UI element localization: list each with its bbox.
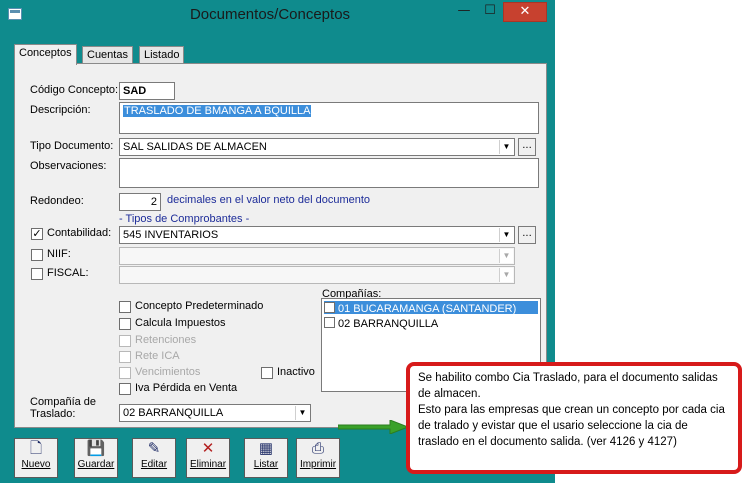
concepto-predeterminado-checkbox[interactable] <box>119 301 131 313</box>
niif-select[interactable]: ▼ <box>119 247 515 265</box>
retenciones-label: Retenciones <box>135 334 197 346</box>
contabilidad-label: Contabilidad: <box>47 227 112 239</box>
chevron-down-icon[interactable]: ▼ <box>499 249 513 263</box>
fiscal-checkbox[interactable] <box>31 268 43 280</box>
iva-perdida-checkbox[interactable] <box>119 383 131 395</box>
vencimientos-checkbox[interactable] <box>119 367 131 379</box>
tipo-documento-browse-button[interactable]: ... <box>518 138 536 156</box>
chevron-down-icon[interactable]: ▼ <box>499 140 513 154</box>
window-app-icon <box>8 8 22 20</box>
delete-x-icon: ✕ <box>201 440 215 457</box>
contabilidad-browse-button[interactable]: ... <box>518 226 536 244</box>
vencimientos-label: Vencimientos <box>135 366 201 378</box>
compania-label: 02 BARRANQUILLA <box>338 318 439 330</box>
chevron-down-icon[interactable]: ▼ <box>295 406 309 420</box>
descripcion-input[interactable]: TRASLADO DE BMANGA A BQUILLA <box>119 102 539 134</box>
inactivo-label: Inactivo <box>277 366 315 378</box>
compania-traslado-select[interactable]: 02 BARRANQUILLA ▼ <box>119 404 311 422</box>
nuevo-label: Nuevo <box>21 459 51 470</box>
concepto-predeterminado-label: Concepto Predeterminado <box>135 300 264 312</box>
observaciones-input[interactable] <box>119 158 539 188</box>
close-button[interactable]: ✕ <box>503 2 547 22</box>
save-disk-icon: 💾 <box>86 440 106 457</box>
redondeo-hint: decimales en el valor neto del documento <box>167 194 371 206</box>
contabilidad-checkbox[interactable]: ✓ <box>31 228 43 240</box>
callout-line1: Se habilito combo Cia Traslado, para el … <box>418 372 718 400</box>
fiscal-select[interactable]: ▼ <box>119 266 515 284</box>
compania-checkbox[interactable] <box>324 317 335 328</box>
calcula-impuestos-checkbox[interactable] <box>119 318 131 330</box>
observaciones-label: Observaciones: <box>30 160 107 172</box>
list-item[interactable]: 02 BARRANQUILLA <box>324 316 538 330</box>
tipo-documento-label: Tipo Documento: <box>30 140 114 152</box>
listar-label: Listar <box>253 459 279 470</box>
tipos-comprobantes-label: - Tipos de Comprobantes - <box>119 213 250 225</box>
fiscal-label: FISCAL: <box>47 267 89 279</box>
calcula-impuestos-label: Calcula Impuestos <box>135 317 226 329</box>
codigo-label: Código Concepto: <box>30 84 119 96</box>
tipo-documento-value: SAL SALIDAS DE ALMACEN <box>123 141 267 153</box>
nuevo-button[interactable]: 🗋 Nuevo <box>14 438 58 478</box>
edit-icon: ✎ <box>147 440 161 457</box>
new-document-icon: 🗋 <box>29 440 43 457</box>
codigo-input[interactable]: SAD <box>119 82 175 100</box>
compania-traslado-label-line2: Traslado: <box>30 408 76 420</box>
redondeo-input[interactable]: 2 <box>119 193 161 211</box>
chevron-down-icon[interactable]: ▼ <box>499 228 513 242</box>
rete-ica-checkbox[interactable] <box>119 351 131 363</box>
niif-label: NIIF: <box>47 248 71 260</box>
window-title: Documentos/Conceptos <box>189 6 351 23</box>
printer-icon: ⎙ <box>311 440 324 457</box>
tab-cuentas[interactable]: Cuentas <box>82 46 133 64</box>
compania-label: 01 BUCARAMANGA (SANTANDER) <box>338 303 517 315</box>
guardar-label: Guardar <box>77 459 115 470</box>
maximize-button[interactable]: ☐ <box>477 2 503 22</box>
compania-traslado-label-line1: Compañía de <box>30 396 97 408</box>
listar-button[interactable]: ▦ Listar <box>244 438 288 478</box>
callout-line2: Esto para las empresas que crean un conc… <box>418 404 725 448</box>
tipo-documento-select[interactable]: SAL SALIDAS DE ALMACEN ▼ <box>119 138 515 156</box>
descripcion-label: Descripción: <box>30 104 91 116</box>
minimize-button[interactable]: — <box>451 2 477 22</box>
eliminar-label: Eliminar <box>189 459 227 470</box>
editar-button[interactable]: ✎ Editar <box>132 438 176 478</box>
contabilidad-value: 545 INVENTARIOS <box>123 229 219 241</box>
eliminar-button[interactable]: ✕ Eliminar <box>186 438 230 478</box>
iva-perdida-label: Iva Pérdida en Venta <box>135 382 238 394</box>
rete-ica-label: Rete ICA <box>135 350 180 362</box>
tab-listado[interactable]: Listado <box>139 46 185 64</box>
chevron-down-icon[interactable]: ▼ <box>499 268 513 282</box>
guardar-button[interactable]: 💾 Guardar <box>74 438 118 478</box>
retenciones-checkbox[interactable] <box>119 335 131 347</box>
niif-checkbox[interactable] <box>31 249 43 261</box>
imprimir-button[interactable]: ⎙ Imprimir <box>296 438 340 478</box>
compania-traslado-value: 02 BARRANQUILLA <box>123 407 224 419</box>
compania-checkbox[interactable] <box>324 302 335 313</box>
redondeo-label: Redondeo: <box>30 195 84 207</box>
contabilidad-select[interactable]: 545 INVENTARIOS ▼ <box>119 226 515 244</box>
title-bar[interactable]: Documentos/Conceptos — ☐ ✕ <box>0 0 555 31</box>
annotation-callout: Se habilito combo Cia Traslado, para el … <box>406 362 742 474</box>
editar-label: Editar <box>140 459 168 470</box>
list-calendar-icon: ▦ <box>258 440 274 457</box>
list-item[interactable]: 01 BUCARAMANGA (SANTANDER) <box>324 301 538 315</box>
inactivo-checkbox[interactable] <box>261 367 273 379</box>
descripcion-value: TRASLADO DE BMANGA A BQUILLA <box>123 105 312 117</box>
tab-conceptos[interactable]: Conceptos <box>14 44 77 65</box>
imprimir-label: Imprimir <box>299 459 337 470</box>
green-arrow-icon <box>338 420 408 434</box>
